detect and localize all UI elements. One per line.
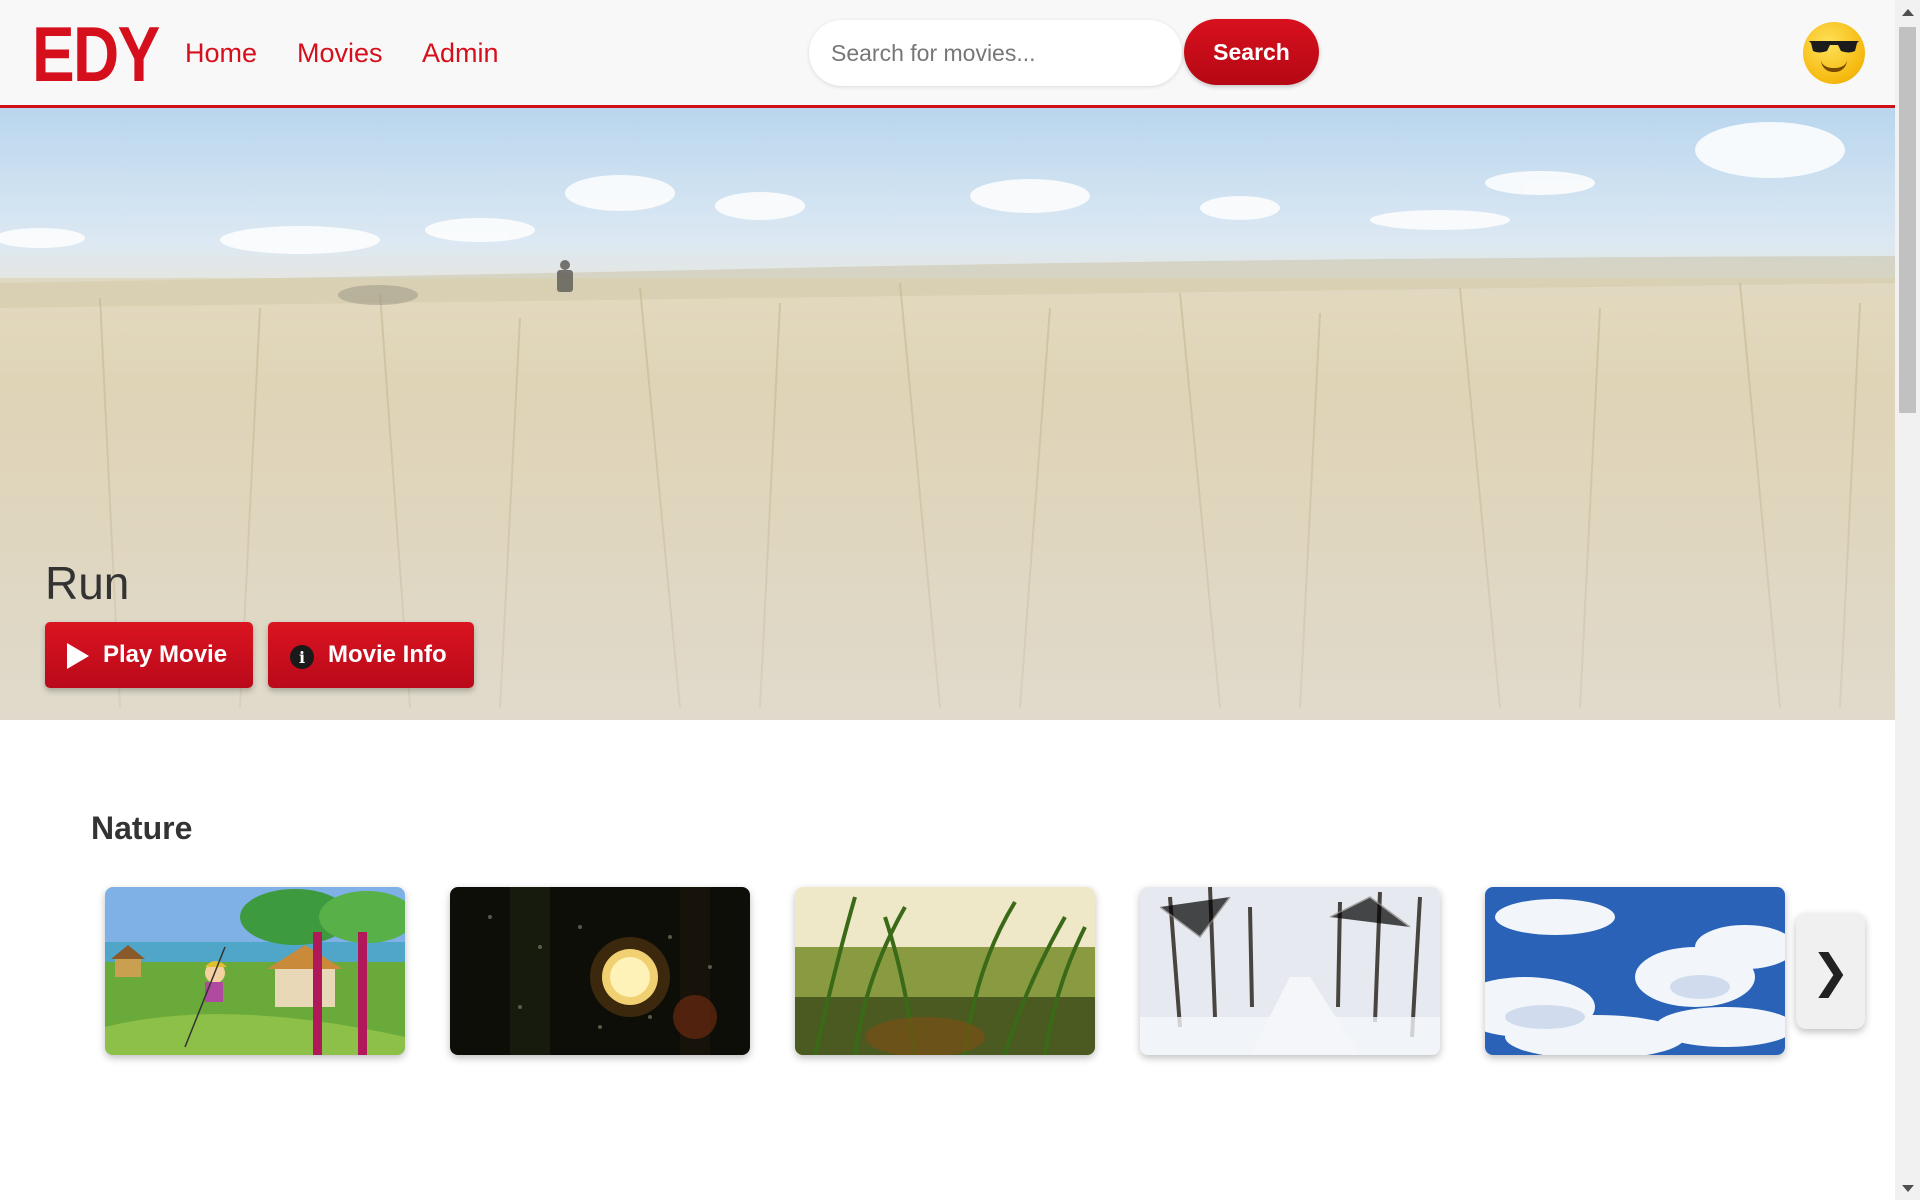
logo[interactable]: EDY xyxy=(32,10,160,98)
search-button[interactable]: Search xyxy=(1184,19,1319,85)
movie-thumbnail xyxy=(795,887,1095,1055)
chevron-right-icon[interactable]: ❯ xyxy=(1796,913,1865,1029)
nav-admin-link[interactable]: Admin xyxy=(422,36,499,70)
play-icon xyxy=(67,643,89,669)
scroll-down-arrow-icon[interactable] xyxy=(1902,1185,1914,1192)
scrollbar[interactable] xyxy=(1895,0,1920,1200)
scroll-thumb[interactable] xyxy=(1899,27,1916,413)
movie-card[interactable] xyxy=(795,887,1095,1055)
play-movie-button[interactable]: Play Movie xyxy=(45,622,253,688)
hero-title: Run xyxy=(45,557,130,609)
search-input[interactable] xyxy=(809,20,1182,86)
nav-movies-link[interactable]: Movies xyxy=(297,36,383,70)
play-movie-label: Play Movie xyxy=(103,641,228,668)
movie-thumbnail xyxy=(1485,887,1785,1055)
section-title: Nature xyxy=(91,810,193,846)
info-icon: i xyxy=(290,645,314,669)
movie-card[interactable] xyxy=(1485,887,1785,1055)
movie-thumbnail xyxy=(450,887,750,1055)
movie-card[interactable] xyxy=(105,887,405,1055)
page: EDY Home Movies Admin Search for movies.… xyxy=(0,0,1920,1200)
movie-thumbnail xyxy=(105,887,405,1055)
movie-info-button[interactable]: i Movie Info xyxy=(268,622,474,688)
nav-home-link[interactable]: Home xyxy=(185,36,257,70)
scroll-up-arrow-icon[interactable] xyxy=(1902,9,1914,16)
movie-card[interactable] xyxy=(1140,887,1440,1055)
hero-banner: Run Play Movie i Movie Info xyxy=(0,108,1895,720)
movie-card[interactable] xyxy=(450,887,750,1055)
top-navbar: EDY Home Movies Admin Search xyxy=(0,0,1895,108)
movie-info-label: Movie Info xyxy=(328,641,447,668)
movie-thumbnail xyxy=(1140,887,1440,1055)
sunglasses-emoji-icon[interactable] xyxy=(1803,22,1865,84)
